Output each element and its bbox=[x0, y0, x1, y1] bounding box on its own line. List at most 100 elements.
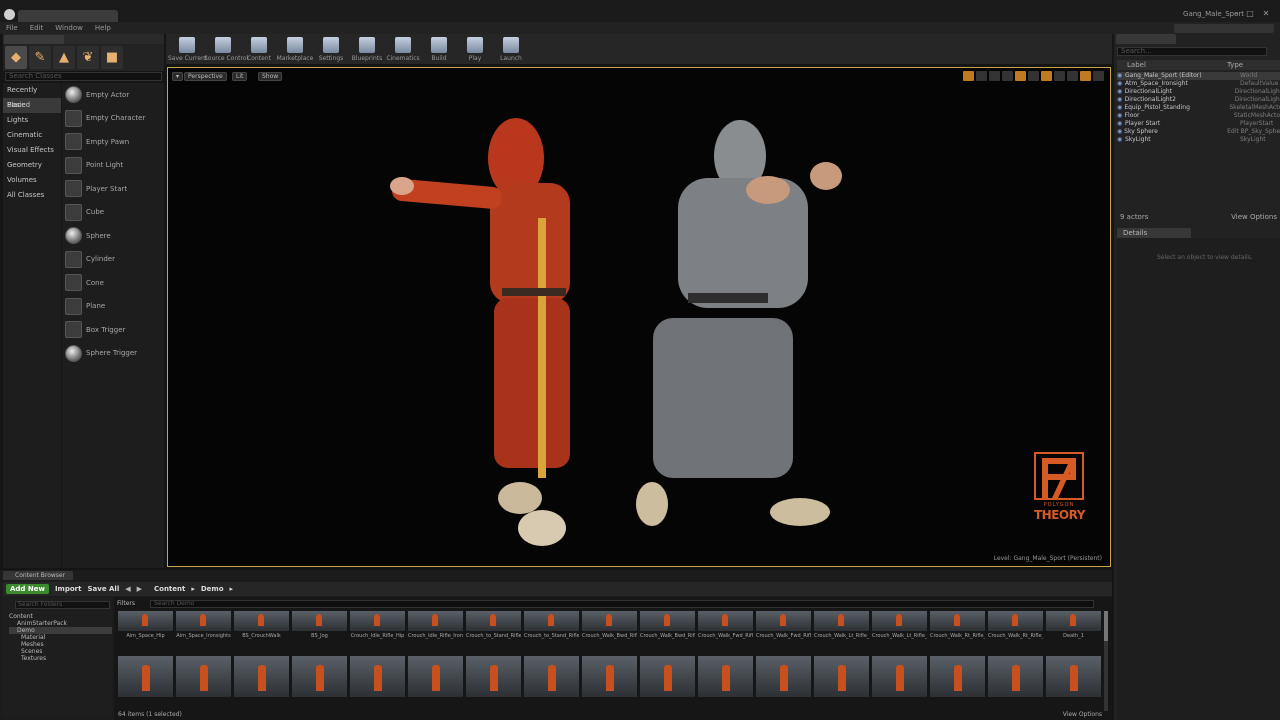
actor-item[interactable]: Sphere bbox=[62, 224, 164, 248]
folder-scenes[interactable]: Scenes bbox=[9, 648, 112, 655]
category-visual-effects[interactable]: Visual Effects bbox=[3, 143, 61, 158]
outliner-row[interactable]: ◉ Player Start PlayerStart bbox=[1117, 120, 1280, 128]
scale-icon[interactable] bbox=[989, 71, 1000, 81]
content-browser-tab[interactable]: Content Browser bbox=[3, 571, 73, 580]
outliner-row[interactable]: ◉ Gang_Male_Sport (Editor) World bbox=[1117, 72, 1280, 80]
outliner-row[interactable]: ◉ SkyLight SkyLight bbox=[1117, 136, 1280, 144]
add-new-button[interactable]: Add New bbox=[6, 584, 49, 594]
actor-item[interactable]: Cylinder bbox=[62, 248, 164, 272]
label-column-header[interactable]: Label bbox=[1117, 60, 1227, 70]
back-arrow-icon[interactable]: ◀ bbox=[125, 585, 130, 593]
asset-thumbnail[interactable] bbox=[1046, 656, 1101, 697]
outliner-row[interactable]: ◉ Floor StaticMeshActor bbox=[1117, 112, 1280, 120]
asset-thumbnail[interactable] bbox=[582, 611, 637, 631]
content-button[interactable]: Content bbox=[240, 34, 276, 64]
asset-thumbnail[interactable] bbox=[1046, 611, 1101, 631]
filters-button[interactable]: Filters bbox=[117, 600, 135, 607]
scrollbar-thumb[interactable] bbox=[1104, 611, 1108, 641]
asset-thumbnail[interactable] bbox=[234, 656, 289, 697]
category-geometry[interactable]: Geometry bbox=[3, 158, 61, 173]
asset-thumbnail[interactable] bbox=[118, 611, 173, 631]
scale-snap-icon[interactable] bbox=[1067, 71, 1078, 81]
menu-window[interactable]: Window bbox=[55, 22, 83, 34]
type-column-header[interactable]: Type bbox=[1227, 60, 1243, 70]
play-button[interactable]: Play bbox=[456, 34, 492, 64]
eye-icon[interactable]: ◉ bbox=[1117, 104, 1124, 112]
category-volumes[interactable]: Volumes bbox=[3, 173, 61, 188]
folder-demo[interactable]: Demo bbox=[9, 627, 112, 634]
asset-thumbnail[interactable] bbox=[640, 656, 695, 697]
category-lights[interactable]: Lights bbox=[3, 113, 61, 128]
actor-item[interactable]: Cone bbox=[62, 271, 164, 295]
asset-thumbnail[interactable] bbox=[234, 611, 289, 631]
save-all-button[interactable]: Save All bbox=[87, 585, 119, 593]
asset-search-input[interactable]: Search Demo bbox=[150, 600, 1094, 608]
blueprints-button[interactable]: Blueprints bbox=[348, 34, 384, 64]
menu-edit[interactable]: Edit bbox=[30, 22, 44, 34]
world-outliner-tab[interactable] bbox=[1116, 34, 1176, 44]
asset-thumbnail[interactable] bbox=[814, 611, 869, 631]
eye-icon[interactable]: ◉ bbox=[1117, 96, 1125, 104]
launch-button[interactable]: Launch bbox=[492, 34, 528, 64]
grid-snap-icon[interactable] bbox=[1015, 71, 1026, 81]
asset-thumbnail[interactable] bbox=[466, 611, 521, 631]
import-button[interactable]: Import bbox=[55, 585, 82, 593]
help-search-input[interactable] bbox=[1174, 24, 1274, 33]
actor-item[interactable]: Point Light bbox=[62, 154, 164, 178]
asset-thumbnail[interactable] bbox=[756, 656, 811, 697]
world-local-icon[interactable] bbox=[1002, 71, 1013, 81]
forward-arrow-icon[interactable]: ▶ bbox=[137, 585, 142, 593]
actor-item[interactable]: Sphere Trigger bbox=[62, 342, 164, 366]
minimize-icon[interactable]: – bbox=[1230, 9, 1242, 19]
asset-thumbnail[interactable] bbox=[756, 611, 811, 631]
viewport-options-button[interactable]: ▾ bbox=[172, 72, 184, 81]
level-tab[interactable] bbox=[18, 10, 118, 22]
breadcrumb-demo[interactable]: Demo bbox=[201, 585, 224, 593]
landscape-mode-icon[interactable]: ▲ bbox=[53, 46, 75, 69]
outliner-row[interactable]: ◉ DirectionalLight DirectionalLight bbox=[1117, 88, 1280, 96]
folder-animstarterpack[interactable]: AnimStarterPack bbox=[9, 620, 112, 627]
asset-thumbnail[interactable] bbox=[292, 611, 347, 631]
actor-item[interactable]: Player Start bbox=[62, 177, 164, 201]
maximize-viewport-icon[interactable] bbox=[1093, 71, 1104, 81]
category-recently-placed[interactable]: Recently Placed bbox=[3, 83, 61, 109]
close-icon[interactable]: ✕ bbox=[1260, 9, 1272, 19]
maximize-icon[interactable]: □ bbox=[1244, 9, 1256, 19]
menu-help[interactable]: Help bbox=[95, 22, 111, 34]
translate-icon[interactable] bbox=[963, 71, 974, 81]
eye-icon[interactable]: ◉ bbox=[1117, 72, 1125, 80]
asset-thumbnail[interactable] bbox=[408, 656, 463, 697]
asset-thumbnail[interactable] bbox=[640, 611, 695, 631]
paint-mode-icon[interactable]: ✎ bbox=[29, 46, 51, 69]
asset-thumbnail[interactable] bbox=[930, 611, 985, 631]
settings-button[interactable]: Settings bbox=[312, 34, 348, 64]
marketplace-button[interactable]: Marketplace bbox=[276, 34, 313, 64]
source-control-button[interactable]: Source Control bbox=[204, 34, 248, 64]
actor-item[interactable]: Plane bbox=[62, 295, 164, 319]
actor-item[interactable]: Box Trigger bbox=[62, 318, 164, 342]
actor-item[interactable]: Empty Character bbox=[62, 107, 164, 131]
asset-thumbnail[interactable] bbox=[872, 611, 927, 631]
place-mode-icon[interactable]: ◆ bbox=[5, 46, 27, 69]
asset-thumbnail[interactable] bbox=[698, 611, 753, 631]
camera-speed-icon[interactable] bbox=[1080, 71, 1091, 81]
breadcrumb-content[interactable]: Content bbox=[154, 585, 185, 593]
eye-icon[interactable]: ◉ bbox=[1117, 80, 1125, 88]
outliner-row[interactable]: ◉ Equip_Pistol_Standing SkeletalMeshActor bbox=[1117, 104, 1280, 112]
asset-thumbnail[interactable] bbox=[872, 656, 927, 697]
folder-meshes[interactable]: Meshes bbox=[9, 641, 112, 648]
outliner-row[interactable]: ◉ DirectionalLight2 DirectionalLight bbox=[1117, 96, 1280, 104]
actor-item[interactable]: Empty Pawn bbox=[62, 130, 164, 154]
grid-size-icon[interactable] bbox=[1028, 71, 1039, 81]
eye-icon[interactable]: ◉ bbox=[1117, 112, 1125, 120]
asset-thumbnail[interactable] bbox=[176, 611, 231, 631]
angle-size-icon[interactable] bbox=[1054, 71, 1065, 81]
category-basic[interactable]: Basic bbox=[3, 98, 61, 113]
foliage-mode-icon[interactable]: ❦ bbox=[77, 46, 99, 69]
eye-icon[interactable]: ◉ bbox=[1117, 128, 1124, 136]
folder-search-input[interactable]: Search Folders bbox=[15, 601, 110, 609]
asset-thumbnail[interactable] bbox=[350, 611, 405, 631]
details-tab[interactable]: Details bbox=[1117, 228, 1191, 238]
menu-file[interactable]: File bbox=[6, 22, 18, 34]
asset-thumbnail[interactable] bbox=[408, 611, 463, 631]
